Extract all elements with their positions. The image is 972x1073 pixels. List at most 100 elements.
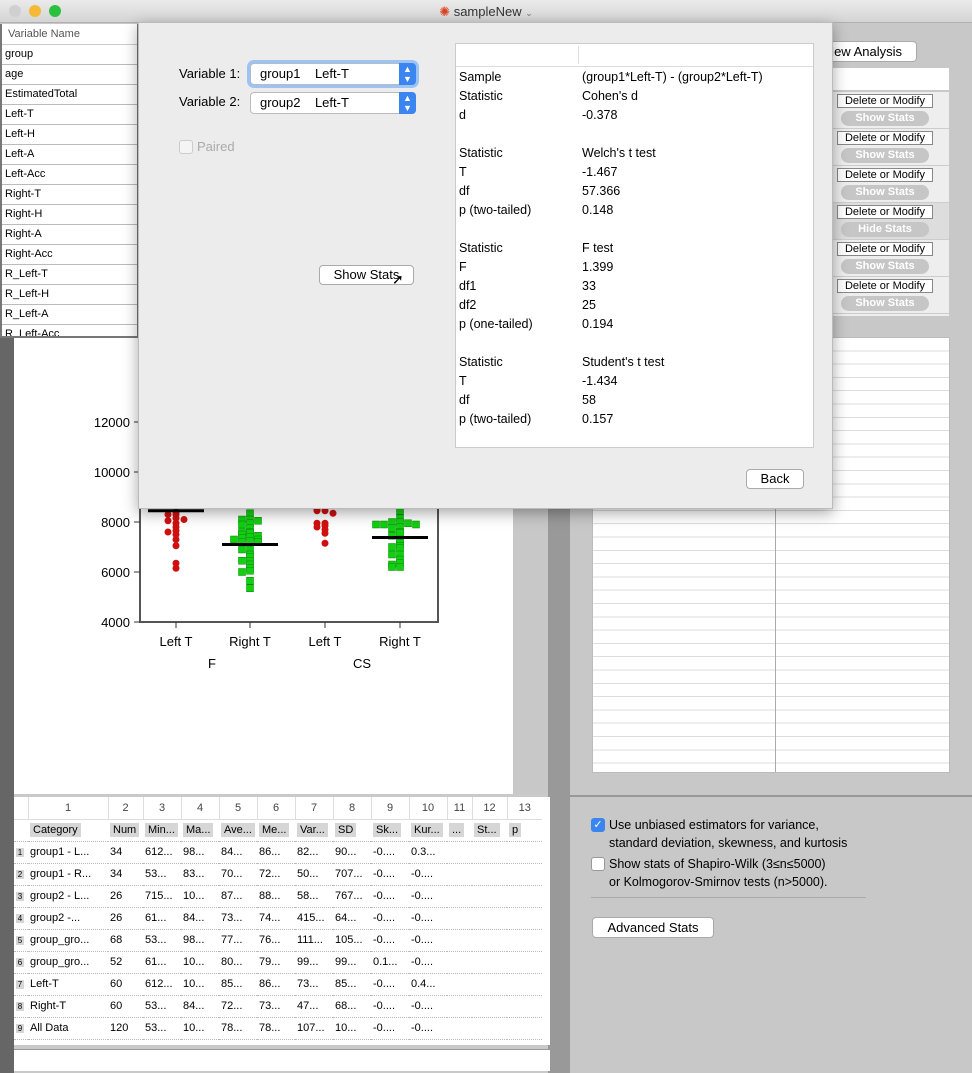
table-cell[interactable]: 70... [219,863,257,886]
table-cell[interactable]: 10... [181,951,219,974]
table-cell[interactable]: -0.... [371,1017,409,1040]
table-cell[interactable] [447,841,472,864]
table-cell[interactable]: 111... [295,929,333,952]
table-cell[interactable]: 82... [295,841,333,864]
delete-or-modify-button[interactable]: Delete or Modify [837,242,933,256]
table-cell[interactable]: -0.... [409,995,447,1018]
table-cell[interactable] [447,885,472,908]
table-cell[interactable]: 85... [333,973,371,996]
variable-item[interactable]: Left-Acc [2,165,137,185]
table-cell[interactable] [447,951,472,974]
table-cell[interactable]: -0.... [409,1017,447,1040]
table-cell[interactable] [472,929,507,952]
variable-2-select[interactable]: group2 Left-T ▲ ▼ [250,92,416,114]
header-cell[interactable]: Min... [143,819,181,842]
header-cell[interactable]: Me... [257,819,295,842]
table-row[interactable]: 4 group2 -... 26 61... 84... 73... 74... 415...… [14,907,542,930]
column-number[interactable]: 9 [370,797,409,820]
table-cell[interactable]: 84... [219,841,257,864]
column-number[interactable]: 13 [506,797,542,820]
table-cell[interactable]: 10... [181,885,219,908]
table-cell[interactable] [507,1017,542,1040]
table-cell[interactable]: 50... [295,863,333,886]
variable-item[interactable]: Left-A [2,145,137,165]
table-cell[interactable] [507,973,542,996]
table-cell[interactable] [447,1017,472,1040]
table-cell[interactable]: 83... [181,863,219,886]
table-cell[interactable]: 68 [108,929,143,952]
table-cell[interactable]: -0.... [409,863,447,886]
variable-item[interactable]: Right-Acc [2,245,137,265]
table-row[interactable]: 8 Right-T 60 53... 84... 72... 73... 47... 68...… [14,995,542,1018]
table-cell[interactable]: 60 [108,995,143,1018]
table-cell[interactable] [507,841,542,864]
table-cell[interactable]: -0.... [409,951,447,974]
column-number[interactable]: 4 [180,797,219,820]
column-number[interactable]: 2 [107,797,143,820]
column-number[interactable]: 11 [446,797,472,820]
table-cell[interactable]: 10... [333,1017,371,1040]
table-cell[interactable]: 0.4... [409,973,447,996]
table-row[interactable]: 9 All Data 120 53... 10... 78... 78... 107... 10… [14,1017,542,1040]
table-cell[interactable]: 53... [143,995,181,1018]
show-stats-button[interactable]: Show Stats [841,185,929,200]
table-cell[interactable]: group_gro... [28,951,108,974]
table-cell[interactable]: 26 [108,885,143,908]
table-row[interactable]: 7 Left-T 60 612... 10... 85... 86... 73... 85...… [14,973,542,996]
delete-or-modify-button[interactable]: Delete or Modify [837,205,933,219]
table-cell[interactable]: 34 [108,863,143,886]
table-cell[interactable]: 85... [219,973,257,996]
delete-or-modify-button[interactable]: Delete or Modify [837,168,933,182]
table-cell[interactable]: 64... [333,907,371,930]
variable-item[interactable]: R_Left-A [2,305,137,325]
table-cell[interactable]: 612... [143,841,181,864]
table-cell[interactable] [507,885,542,908]
table-cell[interactable]: 72... [219,995,257,1018]
header-cell[interactable]: Sk... [371,819,409,842]
table-cell[interactable]: 707... [333,863,371,886]
show-stats-button[interactable]: Show Stats [841,296,929,311]
table-cell[interactable]: 58... [295,885,333,908]
horizontal-scrollbar[interactable] [14,1049,550,1071]
header-cell[interactable]: SD [333,819,371,842]
variable-item[interactable]: Right-A [2,225,137,245]
variable-item[interactable]: R_Left-Acc [2,325,137,336]
variable-item[interactable]: Right-H [2,205,137,225]
table-cell[interactable]: 10... [181,1017,219,1040]
table-cell[interactable]: 10... [181,973,219,996]
variable-item[interactable]: group [2,45,137,65]
table-cell[interactable]: group_gro... [28,929,108,952]
table-cell[interactable]: -0.... [409,885,447,908]
table-cell[interactable]: 52 [108,951,143,974]
table-row[interactable]: 1 group1 - L... 34 612... 98... 84... 86... 82.… [14,841,542,864]
header-cell[interactable]: ... [447,819,472,842]
table-cell[interactable] [447,995,472,1018]
table-cell[interactable]: 767... [333,885,371,908]
table-cell[interactable]: group1 - R... [28,863,108,886]
table-cell[interactable] [507,995,542,1018]
table-cell[interactable]: All Data [28,1017,108,1040]
column-number[interactable]: 1 [27,797,108,820]
table-cell[interactable]: 61... [143,907,181,930]
header-cell[interactable]: Ave... [219,819,257,842]
variable-item[interactable]: R_Left-T [2,265,137,285]
table-cell[interactable]: Left-T [28,973,108,996]
variable-item[interactable]: Right-T [2,185,137,205]
table-cell[interactable]: 78... [219,1017,257,1040]
table-cell[interactable]: 120 [108,1017,143,1040]
table-row[interactable]: 5 group_gro... 68 53... 98... 77... 76... 111..… [14,929,542,952]
table-cell[interactable]: 78... [257,1017,295,1040]
table-cell[interactable]: 0.1... [371,951,409,974]
table-cell[interactable]: -0.... [371,841,409,864]
table-cell[interactable]: -0.... [371,907,409,930]
variable-item[interactable]: Left-T [2,105,137,125]
table-cell[interactable]: 60 [108,973,143,996]
variable-1-select[interactable]: group1 Left-T ▲ ▼ [250,63,416,85]
header-cell[interactable]: Ma... [181,819,219,842]
table-cell[interactable] [472,995,507,1018]
table-cell[interactable]: 98... [181,841,219,864]
delete-or-modify-button[interactable]: Delete or Modify [837,94,933,108]
table-cell[interactable]: 86... [257,841,295,864]
table-cell[interactable]: 87... [219,885,257,908]
table-cell[interactable]: 715... [143,885,181,908]
